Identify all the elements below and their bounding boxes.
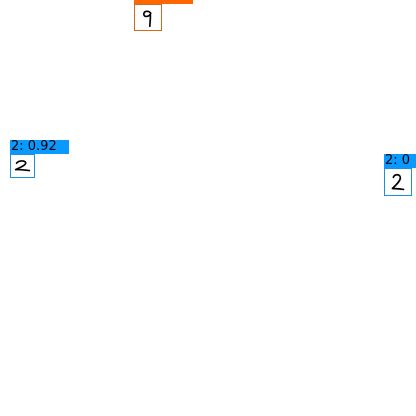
detection-box-2a [10, 154, 35, 178]
detection-canvas: 2: 0.92 2: 0 [0, 0, 416, 416]
detection-box-2b [384, 168, 412, 196]
handwritten-digit-9 [142, 10, 152, 28]
handwritten-digit-2b [391, 173, 405, 191]
detection-label-2a: 2: 0.92 [10, 140, 69, 154]
handwritten-digit-2a [14, 160, 31, 172]
detection-label-2b: 2: 0 [384, 154, 416, 168]
detection-box-9 [134, 4, 162, 31]
